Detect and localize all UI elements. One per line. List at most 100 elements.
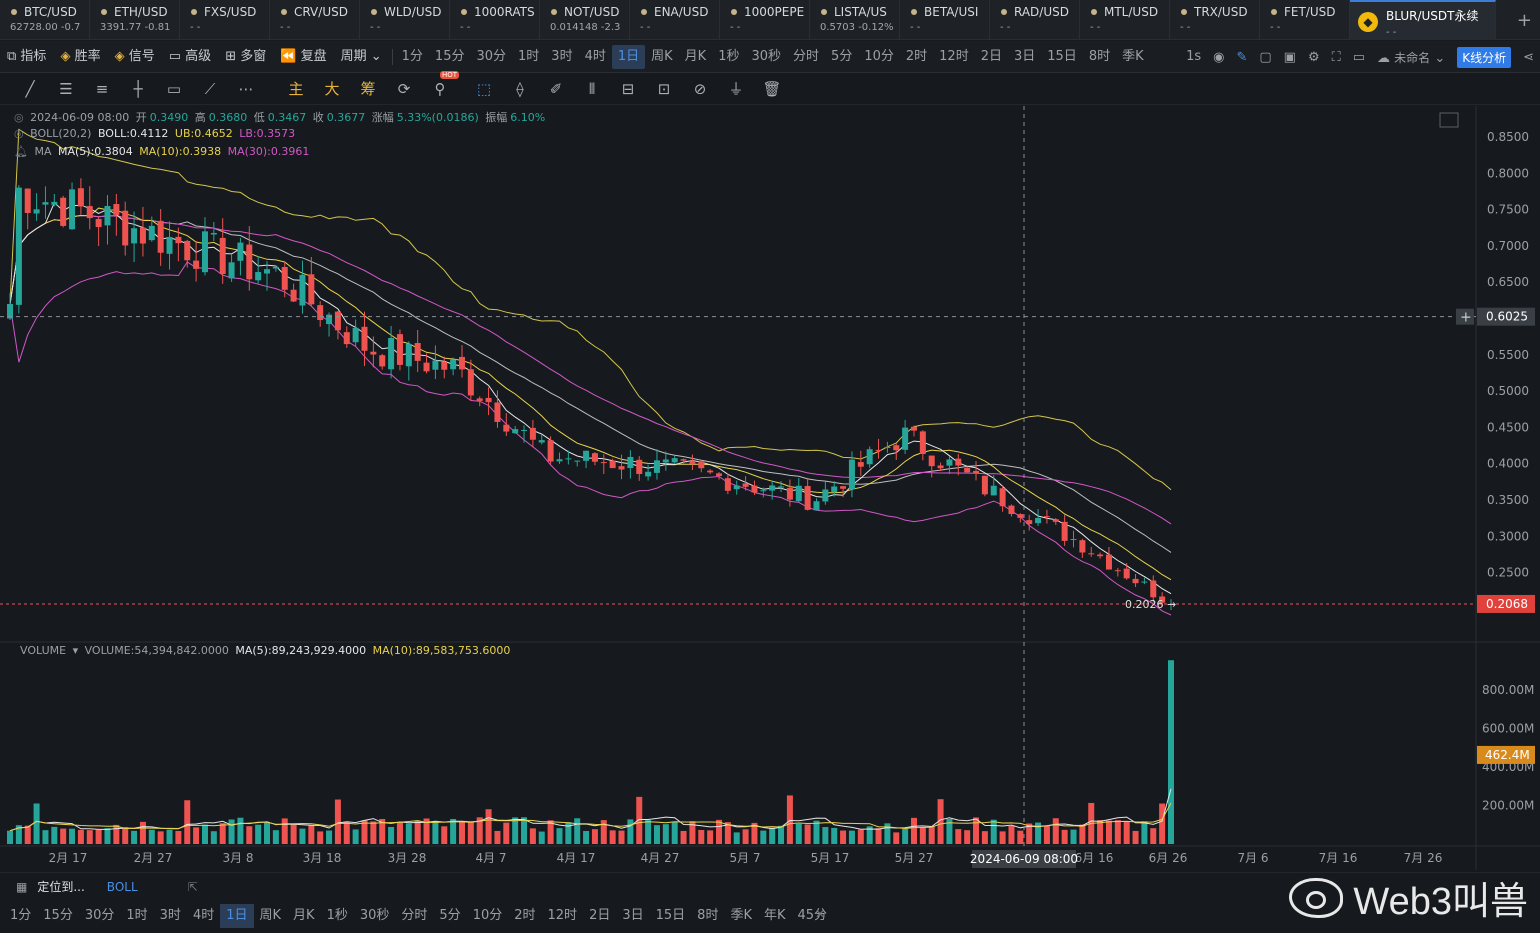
symbol-tab[interactable]: LISTA/US 0.5703 -0.12% bbox=[810, 0, 900, 40]
bottom-timeframe-button[interactable]: 3时 bbox=[154, 904, 187, 928]
chart-area[interactable]: 0.8500 0.8000 0.7500 0.7000 0.6500 0.5500 0.50… bbox=[0, 106, 1540, 870]
eye-icon[interactable]: ◎ bbox=[14, 127, 24, 140]
symbol-tab[interactable]: CRV/USD - - bbox=[270, 0, 360, 40]
fullscreen-icon[interactable]: ⛶ bbox=[1326, 50, 1347, 65]
replay-button[interactable]: ⏪ 复盘 bbox=[273, 44, 333, 70]
timeframe-button[interactable]: 8时 bbox=[1083, 45, 1116, 69]
bottom-timeframe-button[interactable]: 8时 bbox=[691, 904, 724, 928]
layout-icon[interactable]: ▣ bbox=[1278, 50, 1302, 65]
timeframe-button[interactable]: 2日 bbox=[975, 45, 1008, 69]
trash-icon[interactable]: 🗑 bbox=[754, 80, 790, 98]
share-icon[interactable]: ⋖ bbox=[1517, 50, 1540, 65]
active-symbol-tab[interactable]: ◆ BLUR/USDT永续 - - bbox=[1350, 0, 1496, 40]
timeframe-button[interactable]: 15日 bbox=[1041, 45, 1083, 69]
bottom-timeframe-button[interactable]: 45分 bbox=[792, 904, 834, 928]
advanced-button[interactable]: ▭ 高级 bbox=[162, 44, 218, 70]
bottom-timeframe-button[interactable]: 1分 bbox=[4, 904, 37, 928]
timeframe-button[interactable]: 30秒 bbox=[745, 45, 787, 69]
bottom-timeframe-button[interactable]: 2日 bbox=[583, 904, 616, 928]
bottom-timeframe-button[interactable]: 2时 bbox=[508, 904, 541, 928]
bottom-timeframe-button[interactable]: 15日 bbox=[650, 904, 692, 928]
signal-tool-icon[interactable]: ⚲ HOT bbox=[422, 70, 460, 98]
symbol-tab[interactable]: MTL/USD - - bbox=[1080, 0, 1170, 40]
symbol-tab[interactable]: BETA/USI - - bbox=[900, 0, 990, 40]
symbol-tab[interactable]: RAD/USD - - bbox=[990, 0, 1080, 40]
magnet-icon[interactable]: ⊘ bbox=[682, 80, 718, 98]
bottom-timeframe-button[interactable]: 4时 bbox=[187, 904, 220, 928]
symbol-tab[interactable]: WLD/USD - - bbox=[360, 0, 450, 40]
more-tools-icon[interactable]: ⋯ bbox=[228, 80, 264, 98]
bottom-timeframe-button[interactable]: 5分 bbox=[433, 904, 466, 928]
winrate-button[interactable]: ◈ 胜率 bbox=[53, 44, 107, 70]
signal-button[interactable]: ◈ 信号 bbox=[108, 44, 162, 70]
brush-icon[interactable]: ✐ bbox=[538, 80, 574, 98]
timeframe-button[interactable]: 3日 bbox=[1008, 45, 1041, 69]
ray-tool-icon[interactable]: ⟋ bbox=[192, 80, 228, 98]
indicators-button[interactable]: ⧉ 指标 bbox=[0, 44, 53, 70]
bottom-timeframe-button[interactable]: 年K bbox=[758, 904, 792, 928]
bottom-timeframe-button[interactable]: 分时 bbox=[395, 904, 433, 928]
symbol-tab[interactable]: ENA/USD - - bbox=[630, 0, 720, 40]
symbol-tab[interactable]: ETH/USD 3391.77 -0.81 bbox=[90, 0, 180, 40]
measure-icon[interactable]: ⦀ bbox=[574, 80, 610, 98]
window-icon[interactable]: ▭ bbox=[1347, 50, 1371, 65]
pen-icon[interactable]: ✎ bbox=[1230, 50, 1253, 65]
symbol-tab[interactable]: 1000PEPE - - bbox=[720, 0, 810, 40]
boll-indicator-tab[interactable]: BOLL bbox=[107, 880, 138, 894]
kline-chart[interactable]: 0.8500 0.8000 0.7500 0.7000 0.6500 0.5500 0.50… bbox=[0, 106, 1540, 870]
ruler-icon[interactable]: ⟠ bbox=[502, 80, 538, 98]
timeframe-button[interactable]: 1时 bbox=[512, 45, 545, 69]
sync-icon[interactable]: ⟳ bbox=[386, 80, 422, 98]
timeframe-button[interactable]: 1分 bbox=[396, 45, 429, 69]
lock-icon[interactable]: ⊟ bbox=[610, 80, 646, 98]
symbol-tab[interactable]: 1000RATS - - bbox=[450, 0, 540, 40]
bottom-timeframe-button[interactable]: 3日 bbox=[616, 904, 649, 928]
multiwindow-button[interactable]: ⊞ 多窗 bbox=[218, 44, 273, 70]
filter-icon[interactable]: ⏚ bbox=[718, 78, 754, 99]
timeframe-button[interactable]: 2时 bbox=[900, 45, 933, 69]
external-link-icon[interactable]: ⇱ bbox=[188, 880, 198, 894]
close-icon[interactable]: ✕ bbox=[815, 907, 825, 921]
cloud-icon[interactable]: ☁ 未命名 ⌄ bbox=[1371, 49, 1451, 66]
timeframe-button[interactable]: 15分 bbox=[429, 45, 471, 69]
bottom-timeframe-button[interactable]: 10分 bbox=[467, 904, 509, 928]
calendar-icon[interactable]: ▦ bbox=[16, 880, 27, 894]
big-order-button[interactable]: 大 bbox=[314, 78, 350, 99]
comment-icon[interactable]: ▢ bbox=[1253, 50, 1277, 65]
symbol-tab[interactable]: TRX/USD - - bbox=[1170, 0, 1260, 40]
camera-icon[interactable]: ◉ bbox=[1207, 50, 1230, 65]
rectangle-tool-icon[interactable]: ▭ bbox=[156, 80, 192, 98]
bell-icon[interactable]: 🔔︎ bbox=[14, 145, 28, 158]
realtime-1s-button[interactable]: 1s bbox=[1180, 45, 1207, 69]
timeframe-button[interactable]: 12时 bbox=[933, 45, 975, 69]
timeframe-button[interactable]: 分时 bbox=[787, 45, 825, 69]
trendline-tool-icon[interactable]: ╱ bbox=[12, 80, 48, 98]
timeframe-button[interactable]: 30分 bbox=[470, 45, 512, 69]
bottom-timeframe-button[interactable]: 周K bbox=[254, 904, 288, 928]
bottom-timeframe-button[interactable]: 月K bbox=[287, 904, 321, 928]
period-dropdown[interactable]: 周期 ⌄ bbox=[334, 44, 389, 70]
locate-button[interactable]: 定位到... bbox=[37, 878, 84, 895]
timeframe-button[interactable]: 3时 bbox=[545, 45, 578, 69]
bottom-timeframe-button[interactable]: 1日 bbox=[220, 904, 254, 928]
bottom-timeframe-button[interactable]: 季K bbox=[724, 904, 758, 928]
timeframe-button[interactable]: 1日 bbox=[611, 44, 646, 69]
horizontal-line-tool-icon[interactable]: ┼ bbox=[120, 80, 156, 98]
kline-analysis-button[interactable]: K线分析 bbox=[1457, 46, 1512, 68]
timeframe-button[interactable]: 季K bbox=[1116, 45, 1150, 69]
chips-button[interactable]: 筹 bbox=[350, 78, 386, 99]
parallel-lines-tool-icon[interactable]: ☰ bbox=[48, 80, 84, 98]
symbol-tab[interactable]: NOT/USD 0.014148 -2.3 bbox=[540, 0, 630, 40]
timeframe-button[interactable]: 5分 bbox=[825, 45, 858, 69]
timeframe-button[interactable]: 周K bbox=[645, 45, 679, 69]
bottom-timeframe-button[interactable]: 15分 bbox=[37, 904, 79, 928]
bottom-timeframe-button[interactable]: 30分 bbox=[79, 904, 121, 928]
bottom-timeframe-button[interactable]: 12时 bbox=[542, 904, 584, 928]
bottom-timeframe-button[interactable]: 30秒 bbox=[354, 904, 396, 928]
gear-icon[interactable]: ⚙ bbox=[1302, 50, 1326, 65]
bottom-timeframe-button[interactable]: 1秒 bbox=[321, 904, 354, 928]
symbol-tab[interactable]: BTC/USD 62728.00 -0.7 bbox=[0, 0, 90, 40]
eye-icon[interactable]: ◎ bbox=[14, 111, 24, 124]
bottom-timeframe-button[interactable]: 1时 bbox=[120, 904, 153, 928]
channel-tool-icon[interactable]: ≡ bbox=[84, 80, 120, 98]
